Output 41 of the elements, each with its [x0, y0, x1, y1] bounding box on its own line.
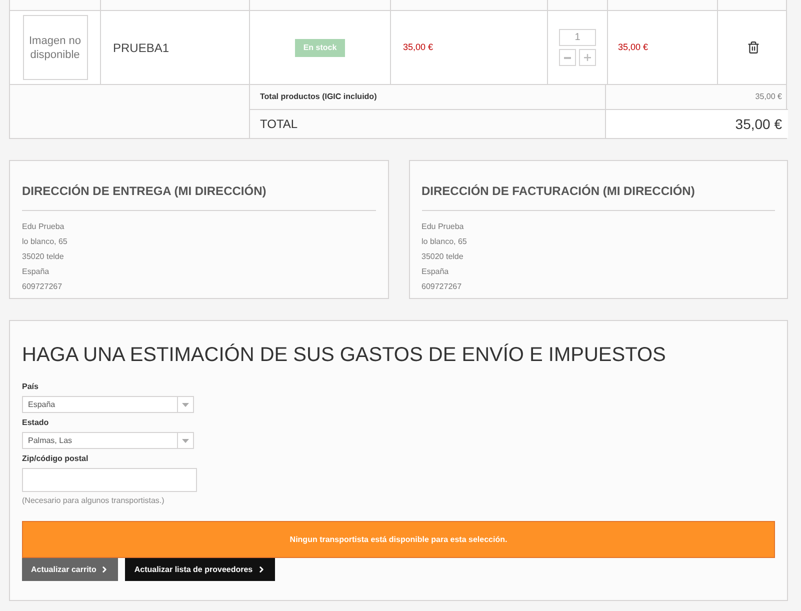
- unit-price: 35,00 €: [403, 40, 434, 54]
- address-line: lo blanco, 65: [22, 236, 68, 248]
- address-line: 609727267: [22, 281, 64, 293]
- decrease-button[interactable]: [559, 49, 576, 66]
- update-button[interactable]: Actualizar carrito: [22, 558, 118, 581]
- stock-label: En stock: [295, 38, 345, 56]
- chevron-right-icon: [100, 565, 110, 574]
- select-field[interactable]: España: [22, 396, 194, 413]
- subtotal-value: 35,00 €: [755, 91, 782, 103]
- field-label: Zip/código postal: [22, 453, 90, 465]
- address-title: DIRECCIÓN DE ENTREGA (MI DIRECCIÓN): [22, 182, 376, 211]
- warning-alert: Ningun transportista está disponible para esta selección.: [22, 521, 775, 558]
- no-image-text: Imagen no disponible: [28, 34, 82, 62]
- estimate-title: HAGA UNA ESTIMACIÓN DE SUS GASTOS DE ENVÍO E IMPUESTOS: [22, 343, 667, 367]
- update-button[interactable]: Actualizar lista de proveedores: [125, 558, 275, 581]
- subtotal-label: Total productos (IGIC incluido): [260, 91, 377, 103]
- total-value: 35,00 €: [735, 114, 782, 134]
- line-total: 35,00 €: [618, 40, 648, 54]
- product-name[interactable]: PRUEBA1: [113, 38, 170, 56]
- address-line: 35020 telde: [22, 251, 65, 263]
- increase-button[interactable]: [579, 49, 596, 66]
- address-line: España: [22, 266, 50, 278]
- dropdown-caret-icon: [182, 438, 189, 442]
- address-title: DIRECCIÓN DE FACTURACIÓN (MI DIRECCIÓN): [422, 182, 775, 211]
- field-label: País: [22, 381, 40, 393]
- address-line: lo blanco, 65: [422, 236, 468, 248]
- address-line: Edu Prueba: [22, 221, 66, 233]
- minus-icon: [564, 56, 571, 58]
- chevron-right-icon: [256, 565, 266, 574]
- field-label: Estado: [22, 417, 50, 429]
- address-line: España: [422, 266, 450, 278]
- help-text: (Necesario para algunos transportistas.): [22, 495, 166, 507]
- address-line: 35020 telde: [422, 251, 464, 263]
- select-field[interactable]: Palmas, Las: [22, 432, 194, 449]
- address-line: 609727267: [422, 281, 463, 293]
- dropdown-caret-icon: [182, 402, 189, 406]
- address-line: Edu Prueba: [422, 221, 465, 233]
- plus-icon: [584, 54, 591, 61]
- total-label: TOTAL: [260, 116, 298, 133]
- trash-icon: [746, 41, 760, 54]
- postal-code-input[interactable]: [22, 468, 197, 492]
